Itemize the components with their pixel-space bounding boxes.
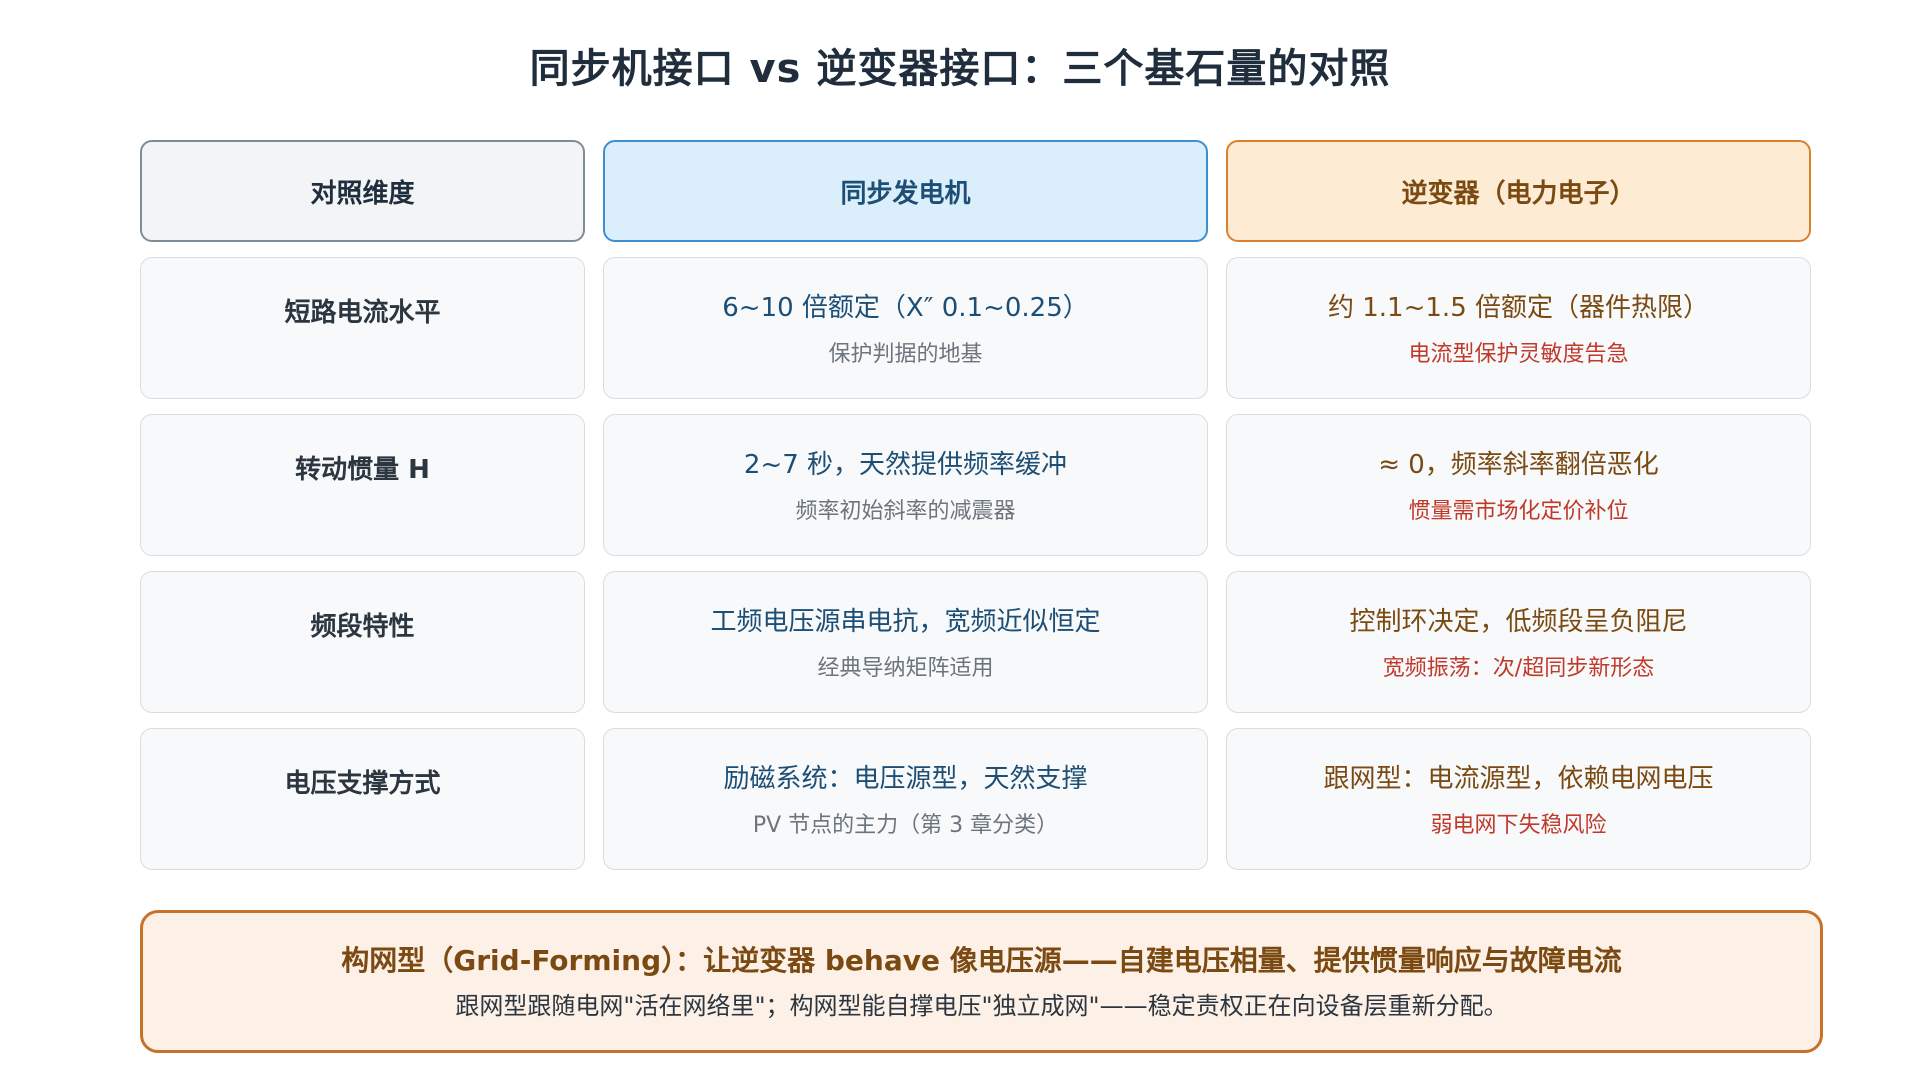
sync-main-text: 工频电压源串电抗，宽频近似恒定 <box>710 607 1101 637</box>
inverter-main-text: 约 1.1~1.5 倍额定（器件热限） <box>1327 293 1709 323</box>
inverter-cell: 跟网型：电流源型，依赖电网电压 弱电网下失稳风险 <box>1226 728 1811 870</box>
inverter-sub-text: 电流型保护灵敏度告急 <box>1408 342 1629 367</box>
header-inverter: 逆变器（电力电子） <box>1226 140 1811 242</box>
sync-main-text: 励磁系统：电压源型，天然支撑 <box>723 764 1088 794</box>
inverter-cell: 约 1.1~1.5 倍额定（器件热限） 电流型保护灵敏度告急 <box>1226 257 1811 399</box>
callout-title: 构网型（Grid-Forming）：让逆变器 behave 像电压源——自建电压… <box>341 944 1622 977</box>
inverter-cell: ≈ 0，频率斜率翻倍恶化 惯量需市场化定价补位 <box>1226 414 1811 556</box>
sync-main-text: 2~7 秒，天然提供频率缓冲 <box>743 450 1068 480</box>
inverter-cell: 控制环决定，低频段呈负阻尼 宽频振荡：次/超同步新形态 <box>1226 571 1811 713</box>
inverter-sub-text: 弱电网下失稳风险 <box>1430 813 1607 838</box>
sync-sub-text: 保护判据的地基 <box>828 342 983 367</box>
inverter-main-text: 跟网型：电流源型，依赖电网电压 <box>1323 764 1714 794</box>
inverter-main-text: 控制环决定，低频段呈负阻尼 <box>1349 607 1688 637</box>
header-synchronous-generator: 同步发电机 <box>603 140 1208 242</box>
dimension-label: 短路电流水平 <box>284 298 441 328</box>
sync-cell: 2~7 秒，天然提供频率缓冲 频率初始斜率的减震器 <box>603 414 1208 556</box>
row-dimension-cell: 电压支撑方式 <box>140 728 585 870</box>
dimension-label: 频段特性 <box>310 612 415 642</box>
sync-sub-text: 频率初始斜率的减震器 <box>795 499 1016 524</box>
row-dimension-cell: 频段特性 <box>140 571 585 713</box>
sync-cell: 6~10 倍额定（X″ 0.1~0.25） 保护判据的地基 <box>603 257 1208 399</box>
sync-sub-text: PV 节点的主力（第 3 章分类） <box>752 813 1059 838</box>
sync-main-text: 6~10 倍额定（X″ 0.1~0.25） <box>722 293 1089 323</box>
inverter-sub-text: 宽频振荡：次/超同步新形态 <box>1382 656 1655 681</box>
dimension-label: 电压支撑方式 <box>284 769 441 799</box>
row-dimension-cell: 转动惯量 H <box>140 414 585 556</box>
sync-sub-text: 经典导纳矩阵适用 <box>817 656 994 681</box>
comparison-table: 对照维度 同步发电机 逆变器（电力电子） 短路电流水平 6~10 倍额定（X″ … <box>140 140 1811 870</box>
grid-forming-callout: 构网型（Grid-Forming）：让逆变器 behave 像电压源——自建电压… <box>140 910 1823 1053</box>
callout-text: 跟网型跟随电网"活在网络里"；构网型能自撑电压"独立成网"——稳定责权正在向设备… <box>455 992 1508 1020</box>
header-dimension: 对照维度 <box>140 140 585 242</box>
dimension-label: 转动惯量 H <box>295 455 430 485</box>
row-dimension-cell: 短路电流水平 <box>140 257 585 399</box>
sync-cell: 励磁系统：电压源型，天然支撑 PV 节点的主力（第 3 章分类） <box>603 728 1208 870</box>
inverter-sub-text: 惯量需市场化定价补位 <box>1408 499 1629 524</box>
sync-cell: 工频电压源串电抗，宽频近似恒定 经典导纳矩阵适用 <box>603 571 1208 713</box>
inverter-main-text: ≈ 0，频率斜率翻倍恶化 <box>1378 450 1659 480</box>
page-title: 同步机接口 vs 逆变器接口：三个基石量的对照 <box>529 46 1391 92</box>
